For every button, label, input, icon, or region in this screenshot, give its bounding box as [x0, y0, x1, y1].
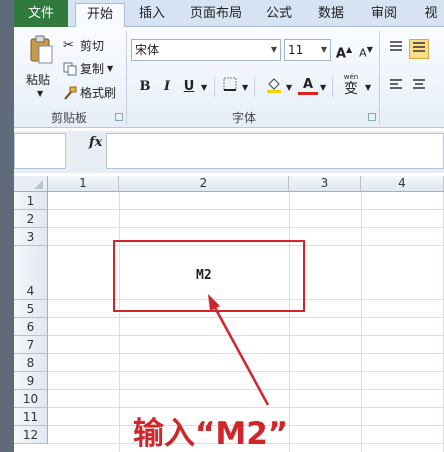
annotation-text: 输入“M2” — [133, 416, 289, 452]
annotation-arrow — [208, 294, 270, 406]
